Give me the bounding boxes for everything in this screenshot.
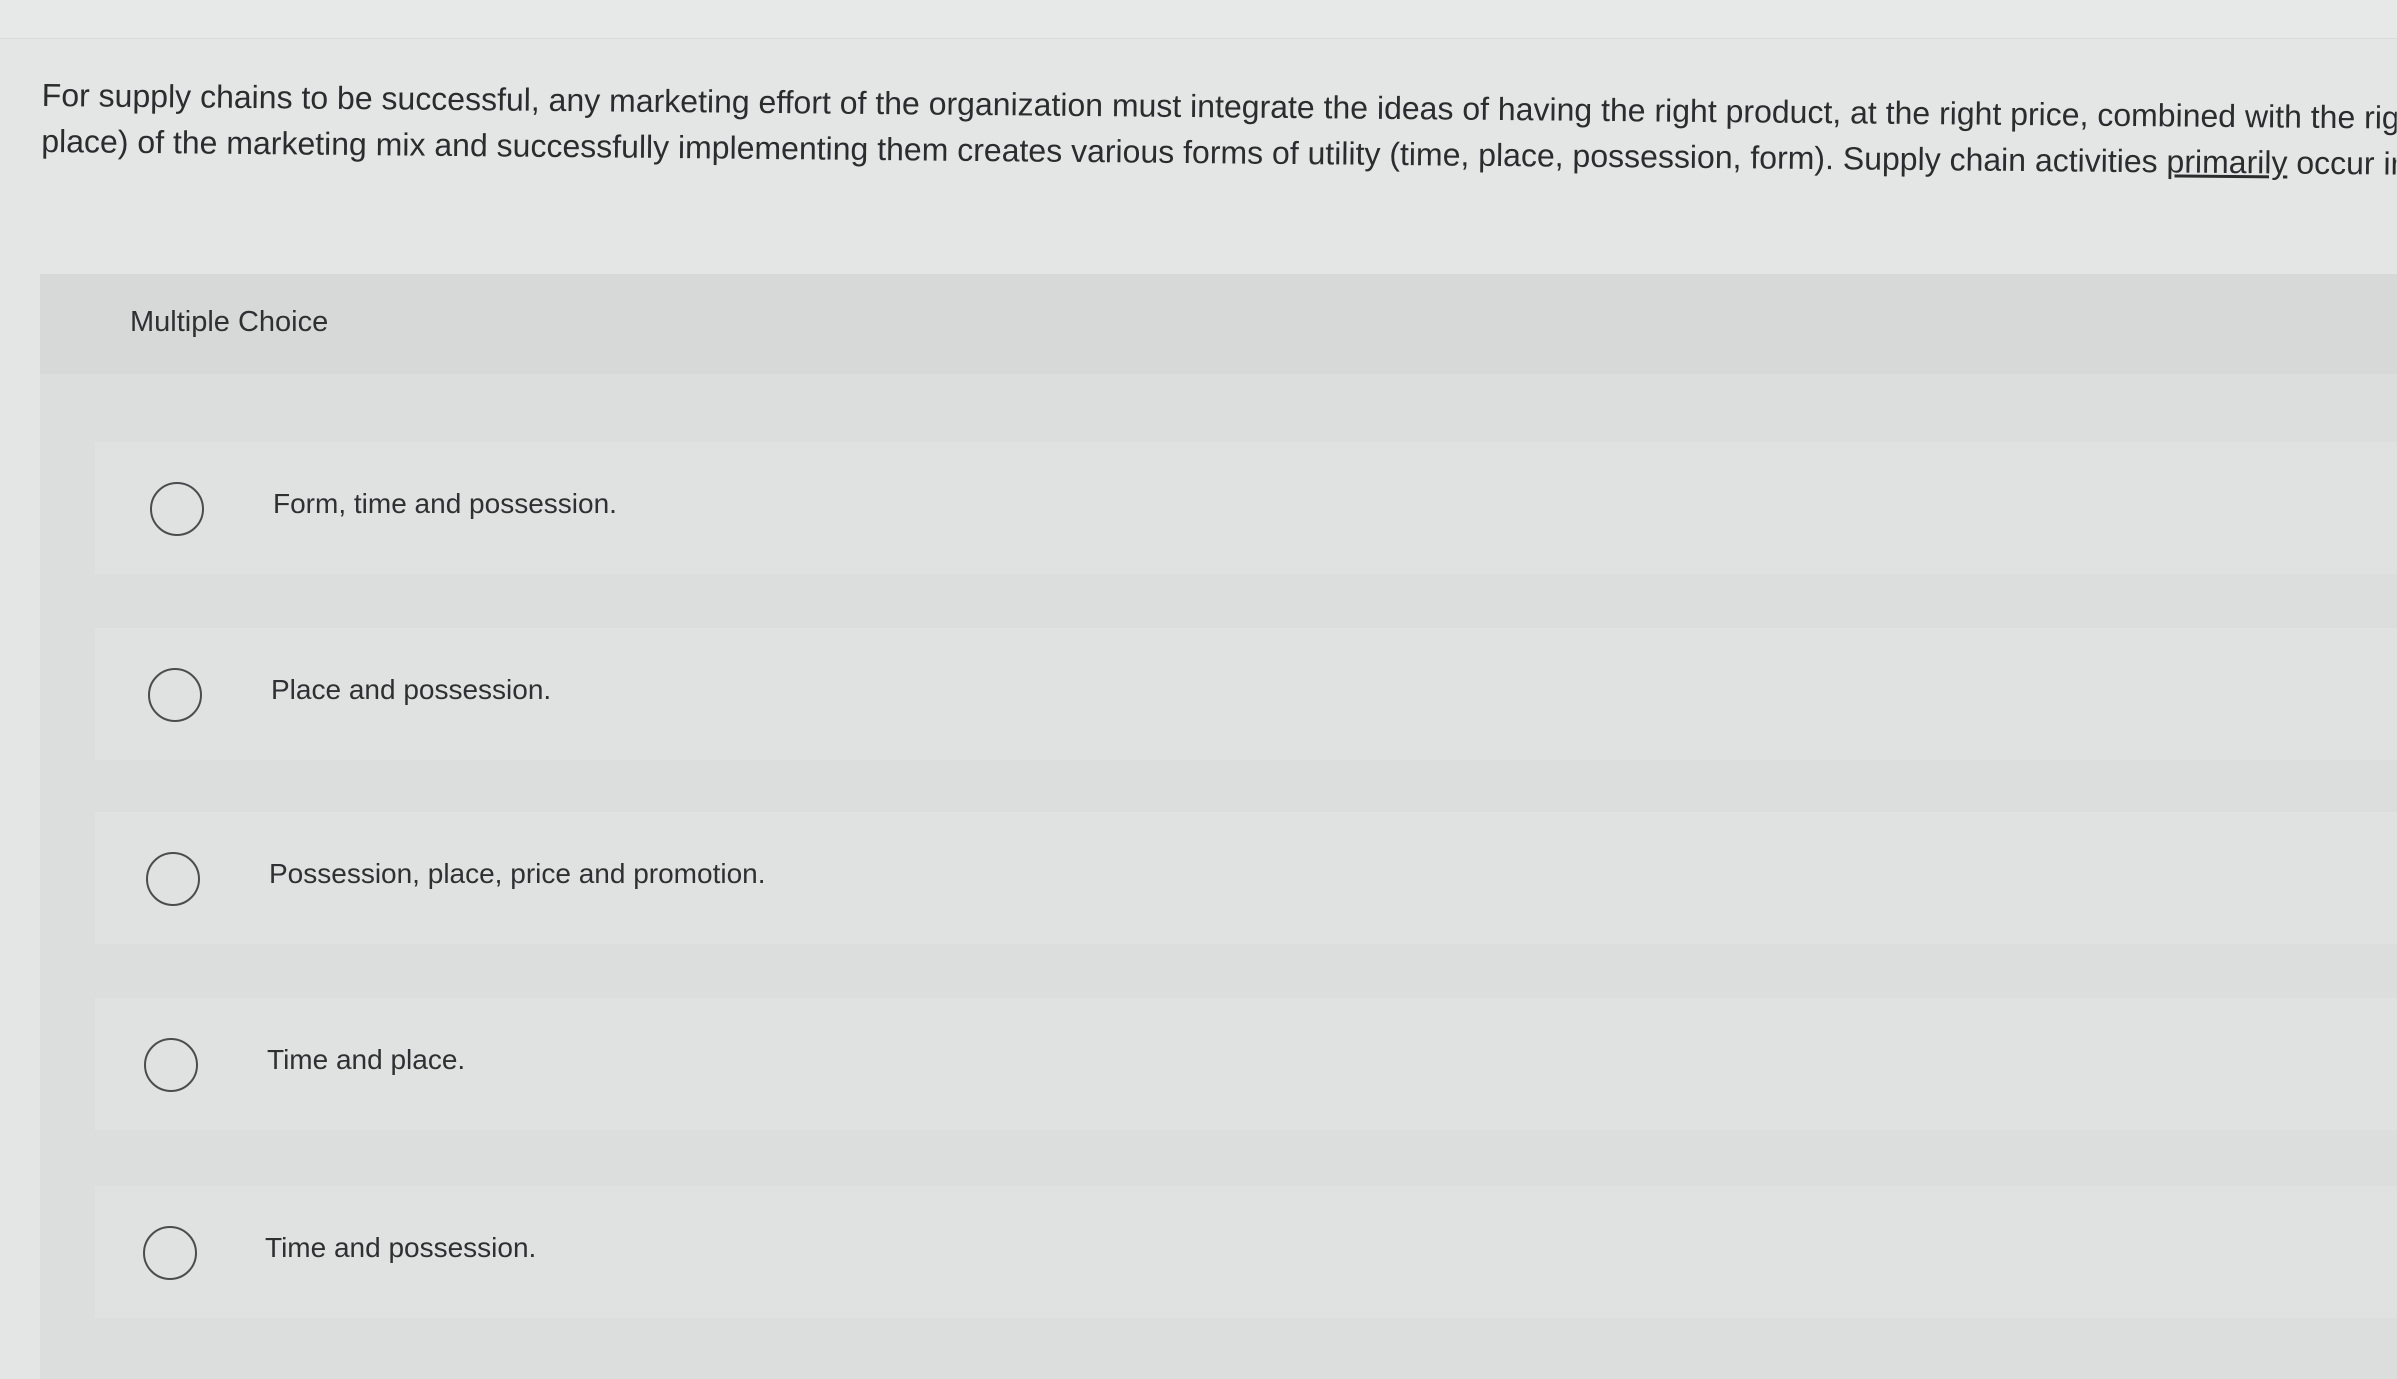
question-line-2-end: occur in r — [2296, 144, 2397, 182]
multiple-choice-header: Multiple Choice — [40, 274, 2397, 374]
option-label: Time and possession. — [265, 1232, 537, 1263]
answer-option-3[interactable]: Possession, place, price and promotion. — [95, 812, 2397, 944]
radio-button[interactable] — [150, 482, 204, 536]
answer-option-1[interactable]: Form, time and possession. — [95, 442, 2397, 574]
option-label: Possession, place, price and promotion. — [269, 858, 766, 889]
answer-option-4[interactable]: Time and place. — [95, 998, 2397, 1130]
radio-button[interactable] — [148, 668, 202, 722]
radio-button[interactable] — [144, 1038, 198, 1092]
top-bar — [0, 0, 2397, 39]
multiple-choice-panel: Multiple Choice Form, time and possessio… — [40, 274, 2397, 1379]
emphasis-primarily: primarily — [2166, 143, 2288, 181]
multiple-choice-title: Multiple Choice — [130, 306, 329, 338]
option-label: Form, time and possession. — [273, 488, 617, 519]
radio-button[interactable] — [143, 1226, 197, 1280]
question-text: For supply chains to be successful, any … — [41, 72, 2397, 205]
answer-option-5[interactable]: Time and possession. — [95, 1186, 2397, 1318]
radio-button[interactable] — [146, 852, 200, 906]
answer-option-2[interactable]: Place and possession. — [95, 628, 2397, 760]
option-label: Place and possession. — [271, 674, 552, 705]
option-label: Time and place. — [267, 1044, 466, 1075]
